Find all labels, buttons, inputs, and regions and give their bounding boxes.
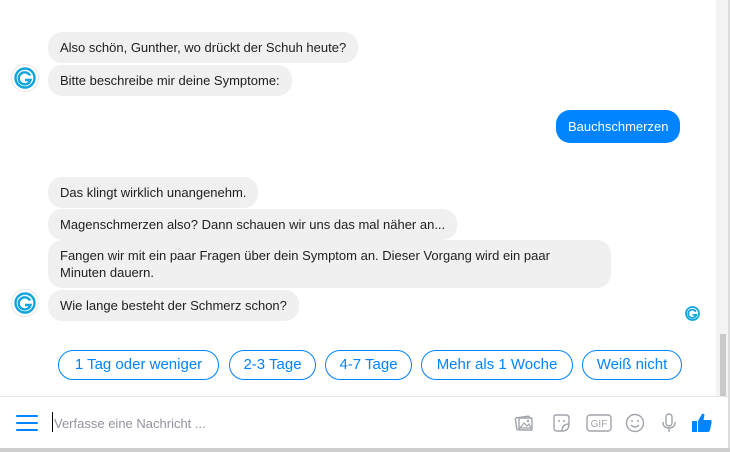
bot-avatar[interactable] <box>11 64 39 92</box>
thumbs-up-icon[interactable] <box>690 411 714 435</box>
bot-message: Wie lange besteht der Schmerz schon? <box>48 290 299 321</box>
quick-reply-button[interactable]: Weiß nicht <box>582 350 682 380</box>
sticker-icon[interactable] <box>549 411 573 435</box>
emoji-icon[interactable] <box>623 411 647 435</box>
seen-indicator-icon <box>684 305 700 321</box>
conversation-area: Also schön, Gunther, wo drückt der Schuh… <box>0 0 716 396</box>
quick-reply-button[interactable]: 1 Tag oder weniger <box>58 350 219 380</box>
bot-avatar[interactable] <box>11 289 39 317</box>
bot-message: Magenschmerzen also? Dann schauen wir un… <box>48 209 458 240</box>
user-message: Bauchschmerzen <box>556 110 681 143</box>
bot-message: Fangen wir mit ein paar Fragen über dein… <box>48 240 611 288</box>
scrollbar-thumb[interactable] <box>720 334 726 396</box>
bot-message: Das klingt wirklich unangenehm. <box>48 177 259 208</box>
bot-message: Bitte beschreibe mir deine Symptome: <box>48 65 292 96</box>
message-input[interactable] <box>54 413 354 433</box>
hamburger-menu-icon[interactable] <box>16 415 38 431</box>
bot-logo-icon <box>14 292 36 314</box>
bot-logo-icon <box>14 67 36 89</box>
image-icon[interactable] <box>512 411 536 435</box>
quick-reply-button[interactable]: Mehr als 1 Woche <box>421 350 573 380</box>
window-bottom-border <box>0 448 730 452</box>
gif-icon[interactable]: GIF <box>586 411 612 435</box>
text-caret <box>52 412 53 432</box>
bot-message: Also schön, Gunther, wo drückt der Schuh… <box>48 32 359 63</box>
microphone-icon[interactable] <box>657 411 681 435</box>
quick-reply-button[interactable]: 4-7 Tage <box>325 350 412 380</box>
message-composer: GIF <box>0 396 728 448</box>
quick-reply-button[interactable]: 2-3 Tage <box>229 350 316 380</box>
svg-text:GIF: GIF <box>591 419 608 430</box>
